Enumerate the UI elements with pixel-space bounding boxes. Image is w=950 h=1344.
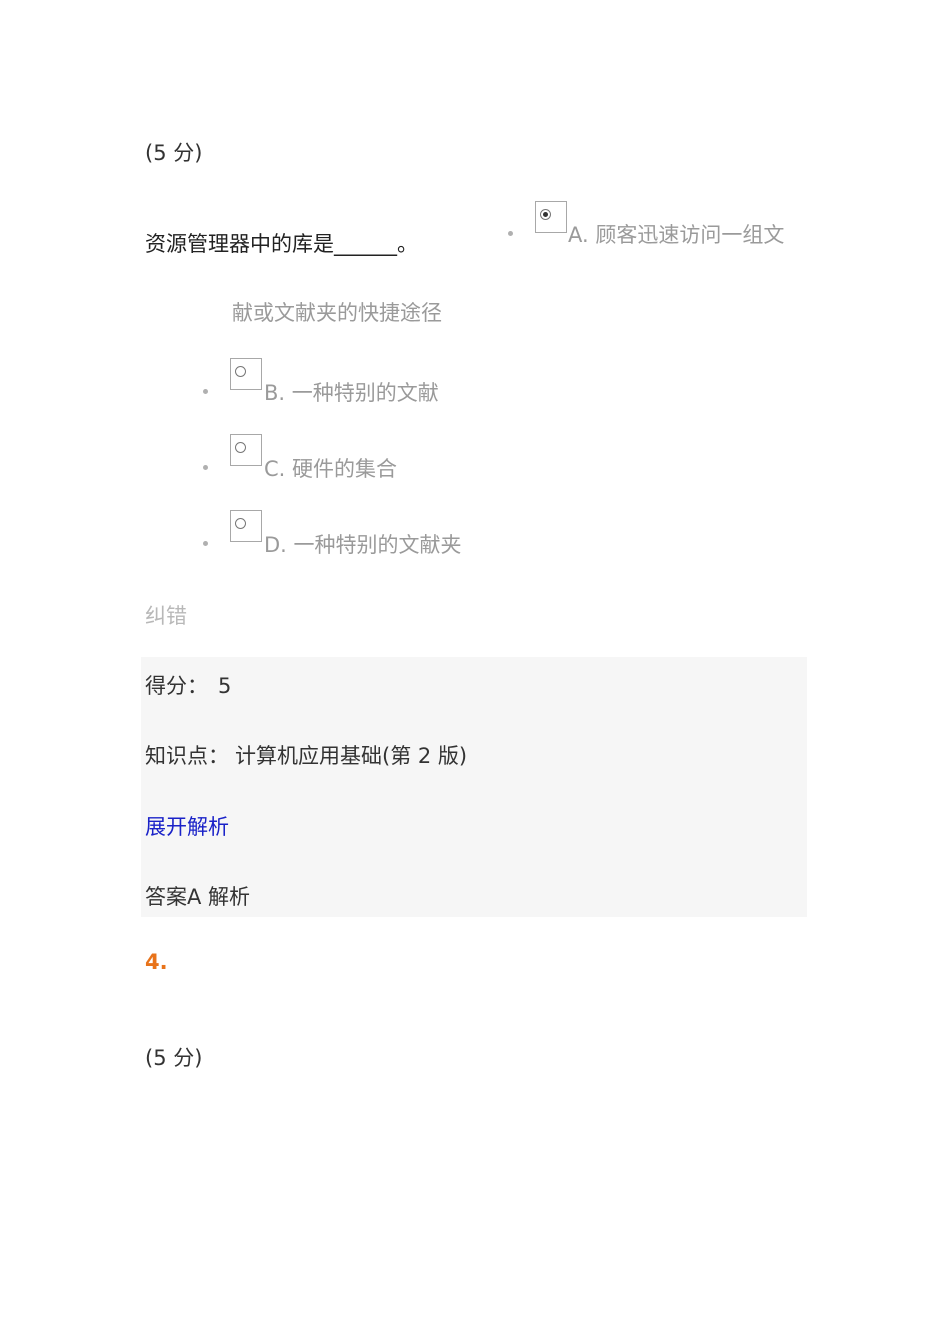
answer-analysis: 答案A 解析 <box>145 885 251 909</box>
option-a-label[interactable]: A. 顾客迅速访问一组文 <box>568 219 784 249</box>
radio-unchecked-icon <box>235 442 246 453</box>
report-error-link[interactable]: 纠错 <box>145 600 187 630</box>
radio-unchecked-icon <box>235 518 246 529</box>
option-c-radio[interactable] <box>230 434 262 466</box>
option-b-radio[interactable] <box>230 358 262 390</box>
option-b-label[interactable]: B. 一种特别的文献 <box>264 377 439 407</box>
question-score: (5 分) <box>145 141 203 165</box>
option-d-bullet <box>203 541 208 546</box>
option-d-label[interactable]: D. 一种特别的文献夹 <box>264 529 462 559</box>
knowledge-label: 知识点： <box>145 744 229 768</box>
option-c-label[interactable]: C. 硬件的集合 <box>264 453 397 483</box>
option-a-bullet <box>508 231 513 236</box>
knowledge-value: 计算机应用基础(第 2 版) <box>235 744 468 768</box>
option-a-radio[interactable] <box>535 201 567 233</box>
expand-analysis-link[interactable]: 展开解析 <box>145 811 229 841</box>
radio-checked-icon <box>540 209 551 220</box>
score-value: 5 <box>218 674 232 698</box>
question-stem: 资源管理器中的库是______。 <box>145 232 418 256</box>
next-question-number: 4. <box>145 950 168 974</box>
option-b-bullet <box>203 389 208 394</box>
option-d-radio[interactable] <box>230 510 262 542</box>
option-c-bullet <box>203 465 208 470</box>
score-label: 得分： <box>145 674 208 698</box>
option-a-label-continued[interactable]: 献或文献夹的快捷途径 <box>232 297 442 327</box>
radio-unchecked-icon <box>235 366 246 377</box>
next-question-score: (5 分) <box>145 1046 203 1070</box>
score-row: 得分： 5 <box>145 670 231 700</box>
result-panel <box>141 657 807 917</box>
knowledge-row: 知识点： 计算机应用基础(第 2 版) <box>145 740 467 770</box>
